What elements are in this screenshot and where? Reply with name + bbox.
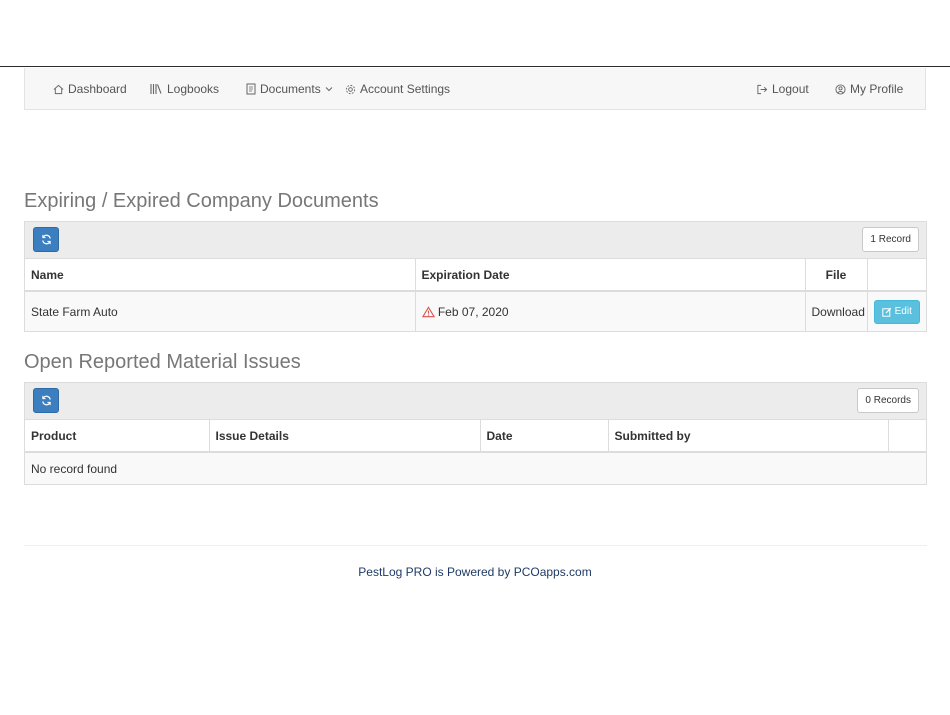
expiration-cell: Feb 07, 2020 — [415, 291, 806, 331]
expiring-record-count[interactable]: 1 Record — [862, 227, 919, 252]
material-issues-title: Open Reported Material Issues — [24, 351, 301, 373]
material-issues-table: Product Issue Details Date Submitted by … — [25, 420, 926, 484]
footer-link[interactable]: PestLog PRO is Powered by PCOapps.com — [358, 565, 591, 579]
expiration-date: Feb 07, 2020 — [437, 304, 509, 319]
refresh-icon — [41, 234, 51, 245]
issues-toolbar: 0 Records — [25, 383, 926, 420]
expiring-toolbar: 1 Record — [25, 222, 926, 259]
table-row: No record found — [25, 452, 926, 484]
footer-credit: PestLog PRO is Powered by PCOapps.com — [0, 565, 950, 579]
nav-logbooks-label: Logbooks — [167, 82, 220, 96]
column-header-issue-details[interactable]: Issue Details — [209, 420, 481, 453]
actions-cell: Edit — [867, 291, 926, 331]
column-header-submitted-by[interactable]: Submitted by — [608, 420, 889, 453]
column-header-expiration[interactable]: Expiration Date — [415, 259, 806, 292]
column-header-file[interactable]: File — [805, 259, 868, 292]
chevron-down-icon — [325, 87, 333, 92]
edit-button[interactable]: Edit — [873, 299, 920, 324]
logout-icon — [757, 84, 768, 94]
nav-logout-label: Logout — [772, 82, 809, 96]
document-name: State Farm Auto — [25, 291, 416, 331]
edit-button-label: Edit — [894, 306, 912, 317]
material-issues-panel: 0 Records Product Issue Details Date Sub… — [24, 382, 927, 485]
nav-documents-label: Documents — [260, 82, 321, 96]
column-header-date[interactable]: Date — [480, 420, 609, 453]
column-header-actions — [867, 259, 926, 292]
table-header-row: Product Issue Details Date Submitted by — [25, 420, 926, 453]
nav-account-settings[interactable]: Account Settings — [345, 68, 450, 110]
column-header-product[interactable]: Product — [25, 420, 210, 453]
books-icon — [150, 84, 162, 94]
download-link[interactable]: Download — [805, 291, 868, 331]
nav-my-profile-label: My Profile — [850, 82, 904, 96]
top-divider — [0, 66, 950, 67]
table-header-row: Name Expiration Date File — [25, 259, 926, 292]
nav-dashboard[interactable]: Dashboard — [53, 68, 127, 110]
nav-account-settings-label: Account Settings — [360, 82, 451, 96]
expiring-documents-panel: 1 Record Name Expiration Date File State… — [24, 221, 927, 332]
nav-logout[interactable]: Logout — [756, 68, 809, 110]
refresh-icon — [41, 395, 51, 406]
nav-documents-dropdown[interactable]: Documents — [246, 68, 333, 110]
footer-divider — [24, 545, 927, 546]
gear-icon — [345, 84, 356, 94]
expiring-documents-title: Expiring / Expired Company Documents — [24, 190, 379, 212]
home-icon — [53, 84, 64, 94]
user-circle-icon — [835, 83, 846, 95]
table-row: State Farm Auto Feb 07, 2020 Download Ed… — [25, 291, 926, 331]
edit-icon — [881, 307, 891, 317]
empty-message: No record found — [25, 452, 926, 484]
nav-dashboard-label: Dashboard — [68, 82, 127, 96]
nav-logbooks[interactable]: Logbooks — [150, 68, 219, 110]
column-header-name[interactable]: Name — [25, 259, 416, 292]
expiring-documents-table: Name Expiration Date File State Farm Aut… — [25, 259, 926, 331]
main-navbar: Dashboard Logbooks Documents Account Set… — [24, 68, 926, 110]
expiring-refresh-button[interactable] — [33, 227, 59, 252]
issues-record-count[interactable]: 0 Records — [857, 388, 919, 413]
nav-my-profile[interactable]: My Profile — [835, 68, 903, 110]
column-header-actions — [888, 420, 926, 453]
issues-refresh-button[interactable] — [33, 388, 59, 413]
warning-icon — [421, 305, 435, 317]
document-icon — [246, 83, 256, 95]
